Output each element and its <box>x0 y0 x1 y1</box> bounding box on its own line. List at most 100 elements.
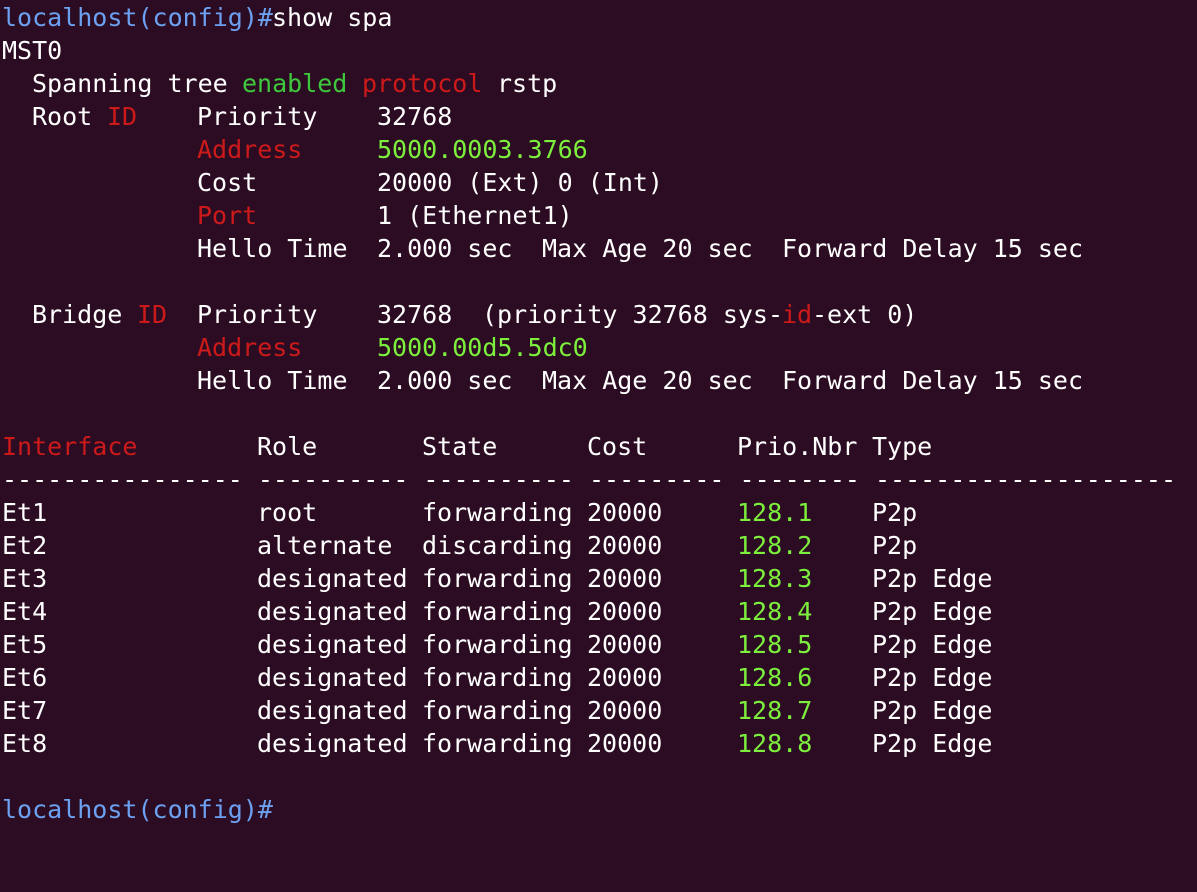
root-cost-line: Cost 20000 (Ext) 0 (Int) <box>2 166 663 199</box>
bridge-address-line: Address 5000.00d5.5dc0 <box>2 331 588 364</box>
cell-interface: Et4 <box>2 597 48 626</box>
terminal-window[interactable]: localhost(config)# show spa MST0 Spannin… <box>0 0 1197 825</box>
cell-interface: Et7 <box>2 696 48 725</box>
command-line: localhost(config)# show spa <box>2 1 392 34</box>
cell-interface: Et6 <box>2 663 48 692</box>
cell-state: forwarding <box>422 498 573 527</box>
cell-state: forwarding <box>422 729 573 758</box>
bridge-id-label: ID <box>137 300 168 329</box>
root-port-label: Port <box>197 201 258 230</box>
cell-role: designated <box>257 696 408 725</box>
cell-type: P2p Edge <box>872 630 993 659</box>
cell-cost: 20000 <box>587 729 663 758</box>
bridge-label: Bridge <box>32 300 123 329</box>
table-separator: ---------------- ---------- ---------- -… <box>2 463 1176 496</box>
cell-state: discarding <box>422 531 573 560</box>
bridge-hello-line: Hello Time 2.000 sec Max Age 20 sec Forw… <box>2 364 1083 397</box>
cell-role: designated <box>257 663 408 692</box>
final-prompt: localhost(config)# <box>2 795 273 824</box>
header-role: Role <box>257 432 318 461</box>
root-hello-value: 2.000 sec <box>377 234 513 263</box>
root-hello-line: Hello Time 2.000 sec Max Age 20 sec Forw… <box>2 232 1083 265</box>
cell-interface: Et1 <box>2 498 48 527</box>
bridge-priority-label: Priority <box>197 300 318 329</box>
cell-type: P2p <box>872 531 918 560</box>
root-id-label: ID <box>107 102 138 131</box>
cell-cost: 20000 <box>587 597 663 626</box>
instance-line: MST0 <box>2 34 62 67</box>
root-address-value: 5000.0003.3766 <box>377 135 588 164</box>
root-port-value: 1 (Ethernet1) <box>377 201 573 230</box>
table-header: Interface Role State Cost Prio.Nbr Type <box>2 430 932 463</box>
cell-cost: 20000 <box>587 696 663 725</box>
cell-role: designated <box>257 729 408 758</box>
cell-state: forwarding <box>422 630 573 659</box>
cell-prio-nbr: 128.7 <box>737 696 813 725</box>
cell-cost: 20000 <box>587 564 663 593</box>
root-max-age: Max Age 20 sec <box>542 234 753 263</box>
final-prompt-line[interactable]: localhost(config)# <box>2 793 273 826</box>
cell-type: P2p Edge <box>872 597 993 626</box>
cell-type: P2p Edge <box>872 729 993 758</box>
bridge-priority-value: 32768 <box>377 300 453 329</box>
bridge-priority-detail-pre: (priority 32768 sys- <box>482 300 784 329</box>
cell-type: P2p Edge <box>872 696 993 725</box>
root-priority-value: 32768 <box>377 102 453 131</box>
cell-prio-nbr: 128.6 <box>737 663 813 692</box>
cell-type: P2p Edge <box>872 663 993 692</box>
cell-role: designated <box>257 597 408 626</box>
prompt: localhost(config)# <box>2 3 273 32</box>
root-address-line: Address 5000.0003.3766 <box>2 133 588 166</box>
root-cost-value: 20000 (Ext) 0 (Int) <box>377 168 663 197</box>
cell-interface: Et8 <box>2 729 48 758</box>
cell-prio-nbr: 128.3 <box>737 564 813 593</box>
bridge-priority-line: Bridge ID Priority 32768 (priority 32768… <box>2 298 917 331</box>
bridge-priority-detail-post: -ext 0) <box>812 300 918 329</box>
cell-type: P2p Edge <box>872 564 993 593</box>
header-cost: Cost <box>587 432 648 461</box>
cell-prio-nbr: 128.8 <box>737 729 813 758</box>
root-address-label: Address <box>197 135 303 164</box>
separator-text: ---------------- ---------- ---------- -… <box>2 465 1176 494</box>
cell-type: P2p <box>872 498 918 527</box>
cell-role: designated <box>257 564 408 593</box>
protocol-label: protocol <box>362 69 483 98</box>
cell-interface: Et3 <box>2 564 48 593</box>
spanning-tree-prefix: Spanning tree <box>32 69 228 98</box>
spanning-tree-line: Spanning tree enabled protocol rstp <box>2 67 557 100</box>
bridge-forward-delay: Forward Delay 15 sec <box>782 366 1084 395</box>
root-hello-label: Hello Time <box>197 234 348 263</box>
cell-state: forwarding <box>422 564 573 593</box>
header-type: Type <box>872 432 933 461</box>
cell-prio-nbr: 128.1 <box>737 498 813 527</box>
cell-interface: Et2 <box>2 531 48 560</box>
root-cost-label: Cost <box>197 168 258 197</box>
cell-role: designated <box>257 630 408 659</box>
root-label: Root <box>32 102 93 131</box>
bridge-priority-detail-id: id <box>782 300 813 329</box>
bridge-max-age: Max Age 20 sec <box>542 366 753 395</box>
cell-cost: 20000 <box>587 663 663 692</box>
bridge-hello-value: 2.000 sec <box>377 366 513 395</box>
cell-prio-nbr: 128.5 <box>737 630 813 659</box>
cell-state: forwarding <box>422 597 573 626</box>
cell-role: root <box>257 498 318 527</box>
root-priority-label: Priority <box>197 102 318 131</box>
header-interface: Interface <box>2 432 138 461</box>
root-port-line: Port 1 (Ethernet1) <box>2 199 573 232</box>
bridge-address-label: Address <box>197 333 303 362</box>
bridge-hello-label: Hello Time <box>197 366 348 395</box>
bridge-address-value: 5000.00d5.5dc0 <box>377 333 588 362</box>
instance-name: MST0 <box>2 36 63 65</box>
cell-cost: 20000 <box>587 531 663 560</box>
cell-interface: Et5 <box>2 630 48 659</box>
root-priority-line: Root ID Priority 32768 <box>2 100 452 133</box>
protocol-value: rstp <box>497 69 558 98</box>
cell-state: forwarding <box>422 663 573 692</box>
cell-prio-nbr: 128.4 <box>737 597 813 626</box>
root-forward-delay: Forward Delay 15 sec <box>782 234 1084 263</box>
cell-state: forwarding <box>422 696 573 725</box>
cell-cost: 20000 <box>587 630 663 659</box>
header-state: State <box>422 432 498 461</box>
cell-cost: 20000 <box>587 498 663 527</box>
